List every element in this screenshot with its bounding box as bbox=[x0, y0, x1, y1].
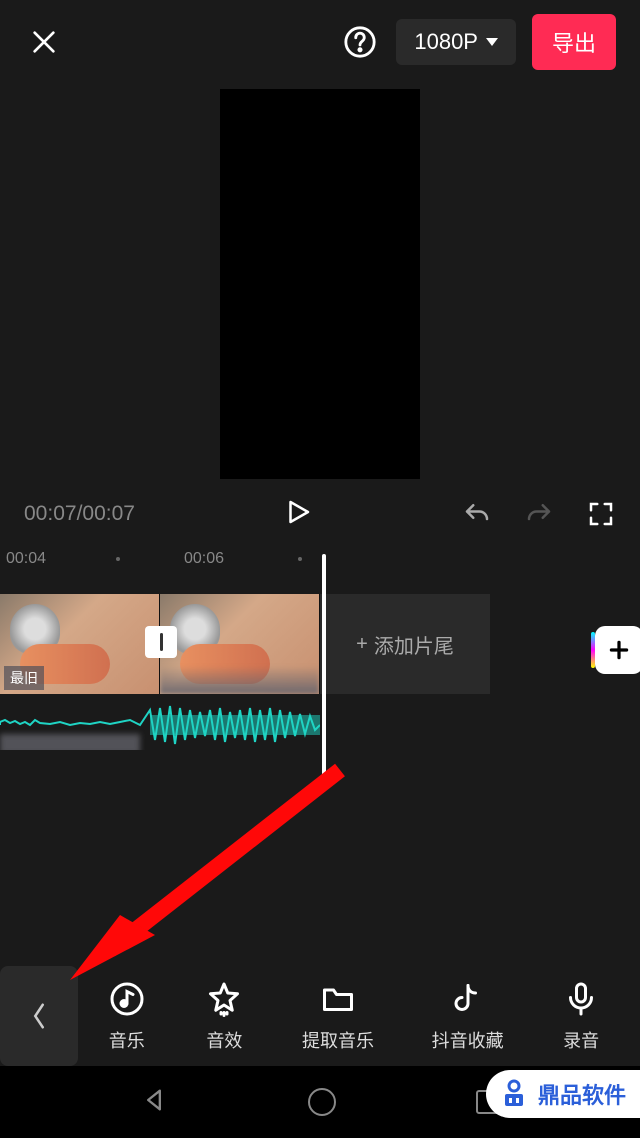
tool-extract[interactable]: 提取音乐 bbox=[302, 979, 374, 1053]
douyin-icon bbox=[450, 981, 486, 1017]
watermark: 鼎品软件 bbox=[486, 1070, 640, 1118]
star-icon bbox=[206, 981, 242, 1017]
nav-back[interactable] bbox=[140, 1086, 168, 1119]
audio-track[interactable] bbox=[0, 700, 320, 750]
redo-icon bbox=[524, 499, 554, 529]
plus-icon: + bbox=[356, 633, 368, 656]
export-button[interactable]: 导出 bbox=[532, 14, 616, 70]
help-icon bbox=[343, 25, 377, 59]
playhead[interactable] bbox=[322, 554, 326, 784]
audio-toolbar: 音乐 音效 提取音乐 抖音收藏 录音 bbox=[0, 966, 640, 1066]
ruler-tick: 00:06 bbox=[184, 550, 224, 568]
tool-record[interactable]: 录音 bbox=[561, 979, 601, 1053]
undo-button[interactable] bbox=[462, 499, 492, 529]
add-clip-button[interactable] bbox=[595, 626, 640, 674]
watermark-text: 鼎品软件 bbox=[538, 1078, 626, 1110]
resolution-label: 1080P bbox=[414, 29, 478, 55]
music-icon bbox=[109, 981, 145, 1017]
timeline-ruler[interactable]: 00:04 00:06 bbox=[0, 544, 640, 574]
triangle-back-icon bbox=[140, 1086, 168, 1114]
back-button[interactable] bbox=[0, 966, 78, 1066]
fullscreen-icon bbox=[586, 499, 616, 529]
add-ending-button[interactable]: + 添加片尾 bbox=[320, 594, 490, 694]
video-clip[interactable] bbox=[160, 594, 320, 694]
preview-area bbox=[0, 84, 640, 484]
watermark-logo-icon bbox=[498, 1078, 530, 1110]
help-button[interactable] bbox=[340, 22, 380, 62]
video-clip[interactable]: 最旧 bbox=[0, 594, 160, 694]
tool-sfx[interactable]: 音效 bbox=[204, 979, 244, 1053]
clip-badge: 最旧 bbox=[4, 666, 44, 690]
preview-video[interactable] bbox=[220, 89, 420, 479]
tool-douyin-fav[interactable]: 抖音收藏 bbox=[432, 979, 504, 1053]
redo-button[interactable] bbox=[524, 499, 554, 529]
ruler-dot bbox=[298, 557, 302, 561]
timeline[interactable]: 最旧 + 添加片尾 bbox=[0, 594, 640, 824]
ruler-tick: 00:04 bbox=[6, 550, 46, 568]
transition-button[interactable] bbox=[145, 626, 177, 658]
close-button[interactable] bbox=[24, 22, 64, 62]
mic-icon bbox=[563, 981, 599, 1017]
ruler-dot bbox=[116, 557, 120, 561]
tool-music[interactable]: 音乐 bbox=[107, 979, 147, 1053]
undo-icon bbox=[462, 499, 492, 529]
plus-icon bbox=[606, 637, 632, 663]
time-label: 00:07/00:07 bbox=[24, 502, 135, 526]
close-icon bbox=[28, 26, 60, 58]
fullscreen-button[interactable] bbox=[586, 499, 616, 529]
resolution-dropdown[interactable]: 1080P bbox=[396, 19, 516, 65]
audio-label-blur bbox=[0, 734, 140, 750]
nav-home[interactable] bbox=[308, 1088, 336, 1116]
play-icon bbox=[283, 497, 313, 527]
folder-icon bbox=[320, 981, 356, 1017]
chevron-left-icon bbox=[30, 1001, 48, 1031]
play-button[interactable] bbox=[283, 497, 313, 532]
